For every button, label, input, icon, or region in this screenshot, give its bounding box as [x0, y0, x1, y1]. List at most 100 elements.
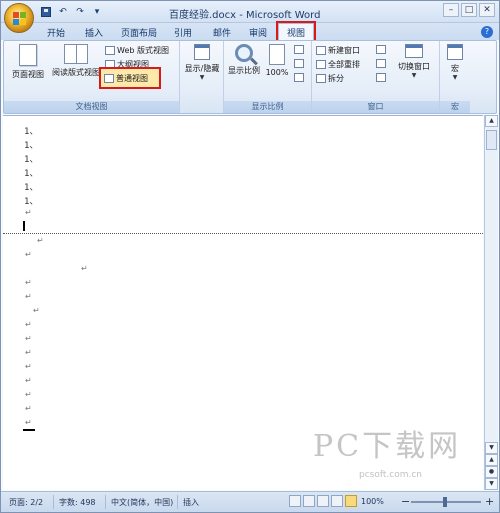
group-document-views: 页面视图 阅读版式视图 Web 版式视图 大纲视图 普通视图 文档视图: [4, 41, 180, 113]
split-button[interactable]: 拆分: [316, 73, 344, 84]
page-width-button[interactable]: [294, 73, 304, 82]
document-line: 1、: [24, 155, 39, 165]
switch-windows-button[interactable]: 切换窗口 ▼: [392, 44, 436, 79]
close-button[interactable]: ✕: [479, 3, 495, 17]
zoom-100-icon: [269, 44, 285, 65]
undo-icon: ↶: [59, 7, 67, 17]
window-title: 百度经验.docx - Microsoft Word: [169, 10, 321, 21]
language-indicator[interactable]: 中文(简体，中国): [111, 497, 173, 508]
tab-references[interactable]: 引用: [174, 26, 192, 39]
normal-view-button[interactable]: 普通视图: [104, 73, 148, 84]
group-show-hide: 显示/隐藏 ▼: [180, 41, 224, 113]
print-layout-view-icon[interactable]: [289, 495, 301, 507]
paragraph-mark: ↵: [33, 306, 40, 315]
view-buttons: [289, 495, 357, 507]
zoom-out-button[interactable]: −: [401, 495, 410, 508]
status-divider: [53, 495, 54, 509]
outline-view-status-icon[interactable]: [331, 495, 343, 507]
status-bar: 页面: 2/2 字数: 498 中文(简体，中国) 插入 100% − +: [1, 491, 499, 512]
macros-button[interactable]: 宏 ▼: [442, 44, 468, 81]
paragraph-mark: ↵: [25, 376, 32, 385]
tab-page-layout[interactable]: 页面布局: [121, 26, 157, 39]
page-indicator[interactable]: 页面: 2/2: [9, 497, 43, 508]
minimize-button[interactable]: –: [443, 3, 459, 17]
office-button[interactable]: [4, 3, 34, 33]
reset-window-button[interactable]: [376, 73, 386, 82]
vertical-scrollbar[interactable]: ▲ ▼ ▲ ● ▼: [484, 115, 498, 490]
redo-button[interactable]: ↷: [73, 5, 87, 19]
zoom-100-label: 100%: [265, 68, 289, 77]
paragraph-mark: ↵: [25, 390, 32, 399]
quick-access-toolbar: ↶ ↷ ▾: [39, 5, 104, 19]
ribbon-tabs: 开始 插入 页面布局 引用 邮件 审阅 视图 ?: [1, 21, 499, 44]
tab-home[interactable]: 开始: [47, 26, 65, 39]
page-width-icon: [294, 73, 304, 82]
previous-page-button[interactable]: ▲: [485, 454, 498, 466]
tab-review[interactable]: 审阅: [249, 26, 267, 39]
watermark-logo: PC下载网: [313, 429, 462, 464]
paragraph-mark: ↵: [25, 278, 32, 287]
save-button[interactable]: [39, 5, 53, 19]
scroll-down-button[interactable]: ▼: [485, 442, 498, 454]
paragraph-mark: ↵: [25, 334, 32, 343]
customize-qat-button[interactable]: ▾: [90, 5, 104, 19]
new-window-icon: [316, 46, 326, 55]
zoom-in-button[interactable]: +: [485, 495, 494, 508]
group-label-macros: 宏: [440, 101, 470, 113]
page-view-button[interactable]: 页面视图: [10, 44, 46, 80]
scroll-thumb[interactable]: [486, 130, 497, 150]
group-label-window: 窗口: [312, 101, 439, 113]
view-side-by-side-button[interactable]: [376, 45, 386, 54]
web-view-button[interactable]: Web 版式视图: [105, 45, 169, 56]
maximize-button[interactable]: □: [461, 3, 477, 17]
zoom-slider-handle[interactable]: [443, 497, 447, 507]
insert-mode-indicator[interactable]: 插入: [183, 497, 199, 508]
zoom-button[interactable]: 显示比例: [226, 44, 262, 76]
side-by-side-icon: [376, 45, 386, 54]
web-layout-view-icon[interactable]: [317, 495, 329, 507]
show-hide-icon: [194, 44, 210, 60]
word-count[interactable]: 字数: 498: [59, 497, 96, 508]
status-divider: [177, 495, 178, 509]
normal-view-icon: [104, 74, 114, 83]
office-logo-icon: [13, 12, 26, 25]
next-page-button[interactable]: ▼: [485, 478, 498, 490]
word-window: ↶ ↷ ▾ 百度经验.docx - Microsoft Word – □ ✕ 开…: [0, 0, 500, 513]
ribbon: 页面视图 阅读版式视图 Web 版式视图 大纲视图 普通视图 文档视图 显示/隐…: [3, 40, 497, 114]
group-window: 新建窗口 全部重排 拆分 切换窗口 ▼ 窗口: [312, 41, 440, 113]
arrange-all-button[interactable]: 全部重排: [316, 59, 360, 70]
arrange-all-icon: [316, 60, 326, 69]
group-zoom: 显示比例 100% 显示比例: [224, 41, 312, 113]
two-pages-button[interactable]: [294, 59, 304, 68]
reading-view-button[interactable]: 阅读版式视图: [50, 44, 102, 78]
tab-insert[interactable]: 插入: [85, 26, 103, 39]
redo-icon: ↷: [76, 7, 84, 17]
paragraph-mark: ↵: [25, 208, 32, 217]
help-icon[interactable]: ?: [481, 26, 493, 38]
chevron-down-icon: ▼: [452, 74, 458, 81]
tab-mailings[interactable]: 邮件: [213, 26, 231, 39]
switch-windows-icon: [405, 44, 423, 58]
document-line: 1、: [24, 169, 39, 179]
draft-view-icon[interactable]: [345, 495, 357, 507]
show-hide-button[interactable]: 显示/隐藏 ▼: [183, 44, 221, 81]
one-page-button[interactable]: [294, 45, 304, 54]
full-screen-reading-icon[interactable]: [303, 495, 315, 507]
reset-window-icon: [376, 73, 386, 82]
new-window-button[interactable]: 新建窗口: [316, 45, 360, 56]
arrange-all-label: 全部重排: [328, 60, 360, 69]
web-view-label: Web 版式视图: [117, 46, 169, 55]
browse-object-button[interactable]: ●: [485, 466, 498, 478]
show-hide-label: 显示/隐藏: [184, 64, 220, 73]
sync-scroll-icon: [376, 59, 386, 68]
save-icon: [41, 7, 51, 17]
status-divider: [105, 495, 106, 509]
zoom-level[interactable]: 100%: [361, 497, 384, 506]
sync-scroll-button[interactable]: [376, 59, 386, 68]
paragraph-mark: ↵: [25, 250, 32, 259]
switch-windows-label: 切换窗口: [398, 62, 430, 71]
zoom-100-button[interactable]: 100%: [264, 44, 290, 77]
undo-button[interactable]: ↶: [56, 5, 70, 19]
normal-view-label: 普通视图: [116, 74, 148, 83]
scroll-up-button[interactable]: ▲: [485, 115, 498, 127]
